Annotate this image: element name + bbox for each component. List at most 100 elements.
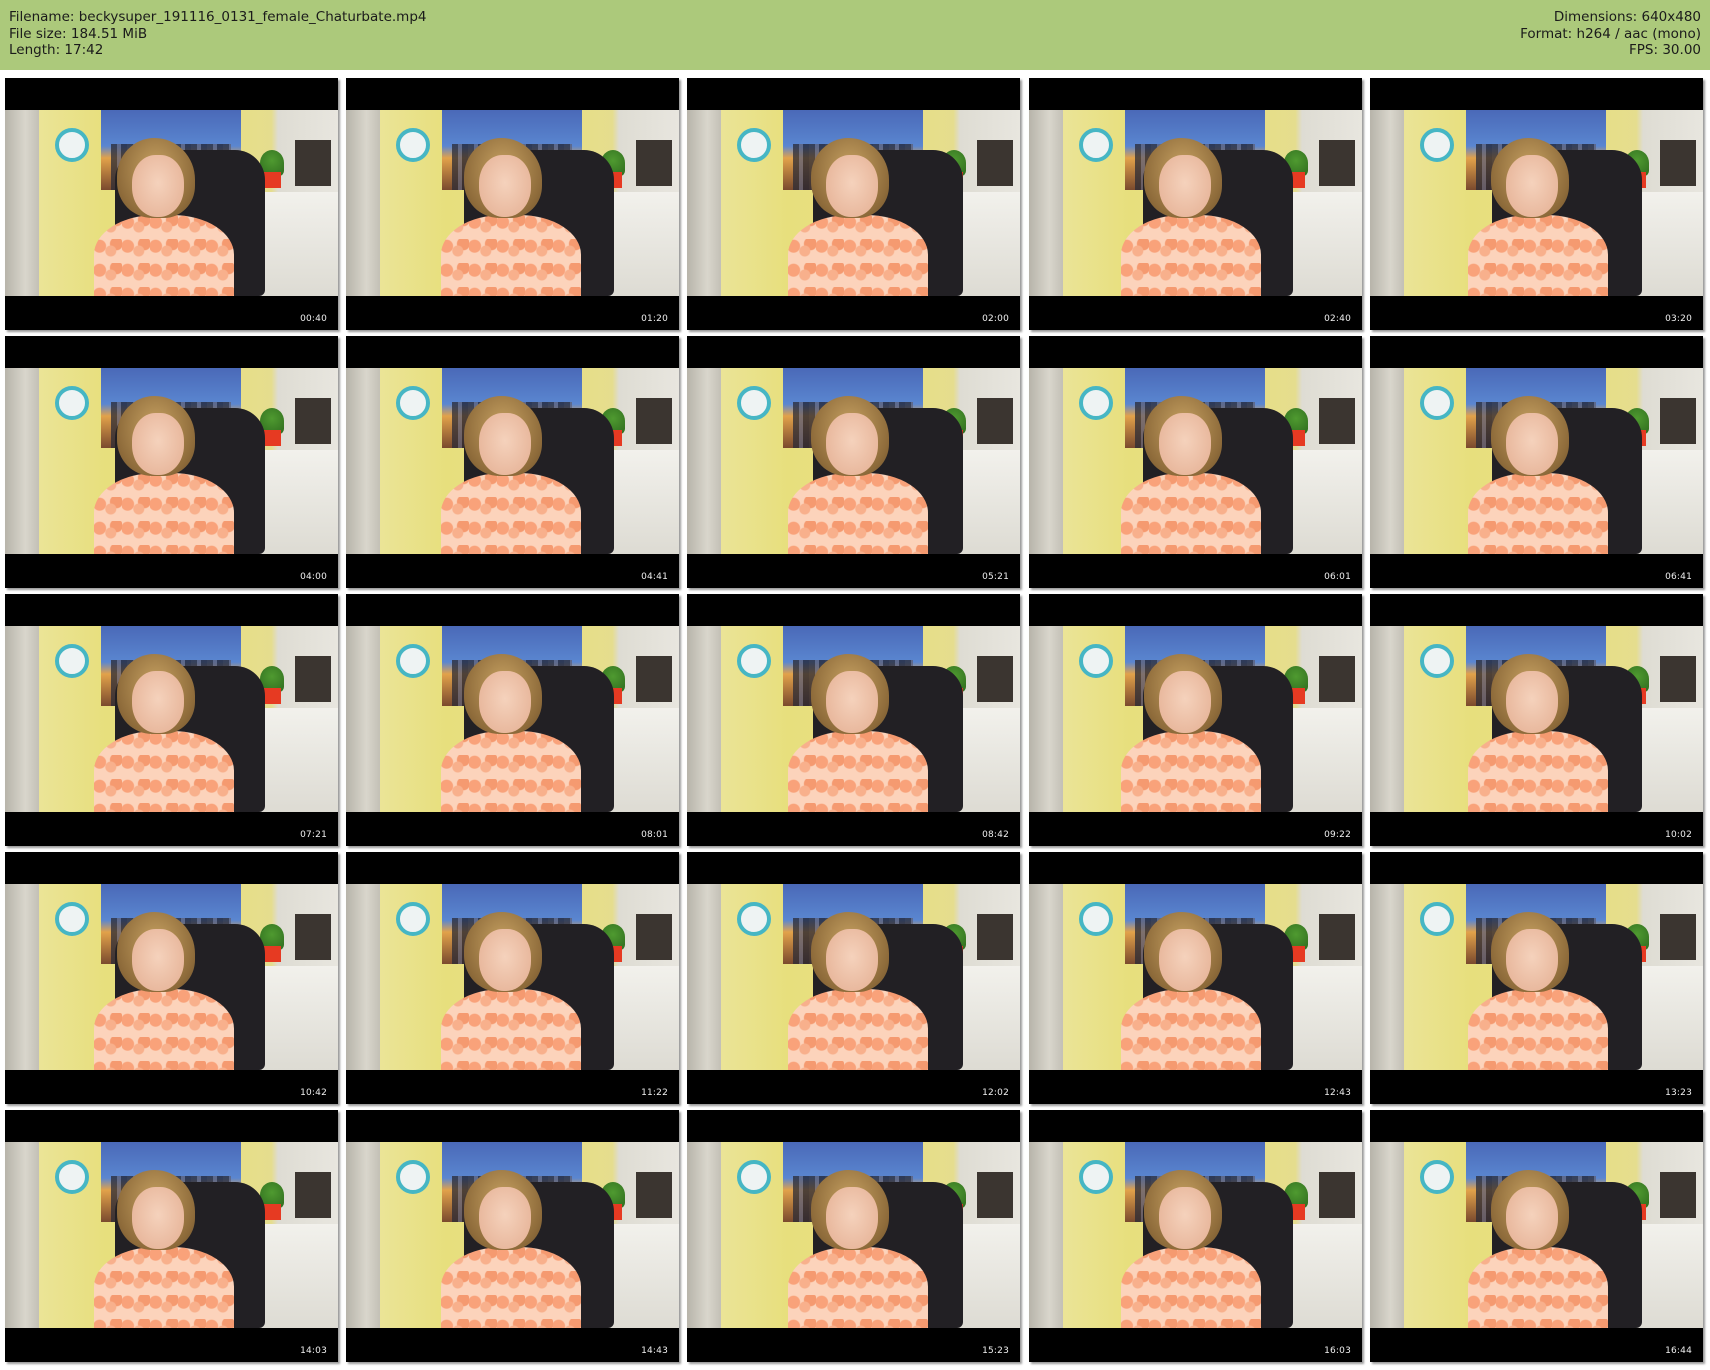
timestamp-label: 14:03 [300, 1346, 327, 1356]
frame-image [346, 110, 679, 296]
video-thumbnail[interactable]: 10:42 [5, 852, 338, 1104]
video-thumbnail[interactable]: 02:40 [1029, 78, 1362, 330]
timestamp-label: 06:41 [1665, 572, 1692, 582]
frame-image [1370, 368, 1703, 554]
timestamp-label: 05:21 [982, 572, 1009, 582]
wall-clock-icon [396, 1160, 430, 1194]
timestamp-label: 14:43 [641, 1346, 668, 1356]
wall-clock-icon [1079, 1160, 1113, 1194]
wall-clock-icon [55, 644, 89, 678]
video-thumbnail[interactable]: 16:44 [1370, 1110, 1703, 1362]
video-thumbnail[interactable]: 03:20 [1370, 78, 1703, 330]
frame-image [1370, 1142, 1703, 1328]
timestamp-label: 02:40 [1324, 314, 1351, 324]
wall-clock-icon [396, 644, 430, 678]
video-thumbnail[interactable]: 06:41 [1370, 336, 1703, 588]
wall-clock-icon [1420, 386, 1454, 420]
frame-image [687, 110, 1020, 296]
video-thumbnail[interactable]: 04:00 [5, 336, 338, 588]
frame-image [5, 110, 338, 296]
video-thumbnail[interactable]: 11:22 [346, 852, 679, 1104]
wall-clock-icon [396, 902, 430, 936]
wall-clock-icon [396, 128, 430, 162]
video-thumbnail[interactable]: 05:21 [687, 336, 1020, 588]
timestamp-label: 09:22 [1324, 830, 1351, 840]
wall-clock-icon [55, 128, 89, 162]
video-thumbnail[interactable]: 01:20 [346, 78, 679, 330]
video-thumbnail[interactable]: 13:23 [1370, 852, 1703, 1104]
wall-clock-icon [737, 1160, 771, 1194]
video-thumbnail[interactable]: 15:23 [687, 1110, 1020, 1362]
wall-clock-icon [737, 386, 771, 420]
timestamp-label: 01:20 [641, 314, 668, 324]
frame-image [1029, 884, 1362, 1070]
wall-clock-icon [1420, 644, 1454, 678]
wall-clock-icon [1420, 902, 1454, 936]
timestamp-label: 07:21 [300, 830, 327, 840]
wall-clock-icon [1079, 644, 1113, 678]
timestamp-label: 13:23 [1665, 1088, 1692, 1098]
wall-clock-icon [1079, 128, 1113, 162]
video-thumbnail[interactable]: 02:00 [687, 78, 1020, 330]
info-header: Filename: beckysuper_191116_0131_female_… [0, 0, 1710, 70]
video-thumbnail[interactable]: 10:02 [1370, 594, 1703, 846]
wall-clock-icon [737, 644, 771, 678]
video-thumbnail[interactable]: 00:40 [5, 78, 338, 330]
timestamp-label: 03:20 [1665, 314, 1692, 324]
frame-image [346, 368, 679, 554]
frame-image [687, 626, 1020, 812]
frame-image [5, 1142, 338, 1328]
video-thumbnail[interactable]: 07:21 [5, 594, 338, 846]
frame-image [5, 884, 338, 1070]
frame-image [5, 626, 338, 812]
timestamp-label: 16:44 [1665, 1346, 1692, 1356]
timestamp-label: 04:00 [300, 572, 327, 582]
frame-image [346, 626, 679, 812]
video-thumbnail[interactable]: 14:43 [346, 1110, 679, 1362]
timestamp-label: 10:02 [1665, 830, 1692, 840]
thumbnail-grid: 00:40 01:20 02:00 02:40 03:20 04:00 04:41 05:21… [0, 78, 1710, 1370]
frame-image [687, 368, 1020, 554]
length-text: Length: 17:42 [9, 42, 104, 58]
timestamp-label: 10:42 [300, 1088, 327, 1098]
timestamp-label: 11:22 [641, 1088, 668, 1098]
wall-clock-icon [55, 386, 89, 420]
video-thumbnail[interactable]: 08:42 [687, 594, 1020, 846]
wall-clock-icon [1079, 386, 1113, 420]
timestamp-label: 02:00 [982, 314, 1009, 324]
video-thumbnail[interactable]: 09:22 [1029, 594, 1362, 846]
fps-text: FPS: 30.00 [1629, 42, 1701, 58]
video-thumbnail[interactable]: 12:02 [687, 852, 1020, 1104]
video-thumbnail[interactable]: 08:01 [346, 594, 679, 846]
video-thumbnail[interactable]: 06:01 [1029, 336, 1362, 588]
frame-image [1029, 110, 1362, 296]
video-thumbnail[interactable]: 12:43 [1029, 852, 1362, 1104]
timestamp-label: 12:43 [1324, 1088, 1351, 1098]
format-text: Format: h264 / aac (mono) [1520, 25, 1701, 42]
video-thumbnail[interactable]: 04:41 [346, 336, 679, 588]
timestamp-label: 04:41 [641, 572, 668, 582]
wall-clock-icon [55, 902, 89, 936]
frame-image [346, 884, 679, 1070]
timestamp-label: 08:42 [982, 830, 1009, 840]
timestamp-label: 15:23 [982, 1346, 1009, 1356]
wall-clock-icon [1079, 902, 1113, 936]
frame-image [1029, 1142, 1362, 1328]
wall-clock-icon [55, 1160, 89, 1194]
wall-clock-icon [737, 902, 771, 936]
video-thumbnail[interactable]: 14:03 [5, 1110, 338, 1362]
dimensions-text: Dimensions: 640x480 [1553, 9, 1701, 25]
filename-text: Filename: beckysuper_191116_0131_female_… [9, 9, 427, 25]
frame-image [1370, 626, 1703, 812]
file-info: Filename: beckysuper_191116_0131_female_… [9, 9, 426, 59]
wall-clock-icon [1420, 128, 1454, 162]
timestamp-label: 08:01 [641, 830, 668, 840]
timestamp-label: 16:03 [1324, 1346, 1351, 1356]
frame-image [1370, 884, 1703, 1070]
frame-image [1029, 368, 1362, 554]
filesize-text: File size: 184.51 MiB [9, 25, 148, 42]
frame-image [687, 884, 1020, 1070]
video-thumbnail[interactable]: 16:03 [1029, 1110, 1362, 1362]
wall-clock-icon [1420, 1160, 1454, 1194]
frame-image [1370, 110, 1703, 296]
